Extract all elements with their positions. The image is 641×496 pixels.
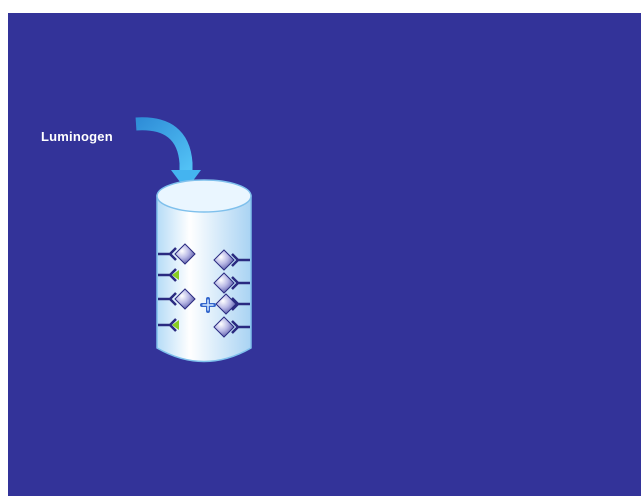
elisa-tube-diagram [135,117,252,363]
slide-canvas: Luminogen [8,13,641,496]
luminogen-label: Luminogen [41,129,113,144]
tube-icon [156,179,252,363]
